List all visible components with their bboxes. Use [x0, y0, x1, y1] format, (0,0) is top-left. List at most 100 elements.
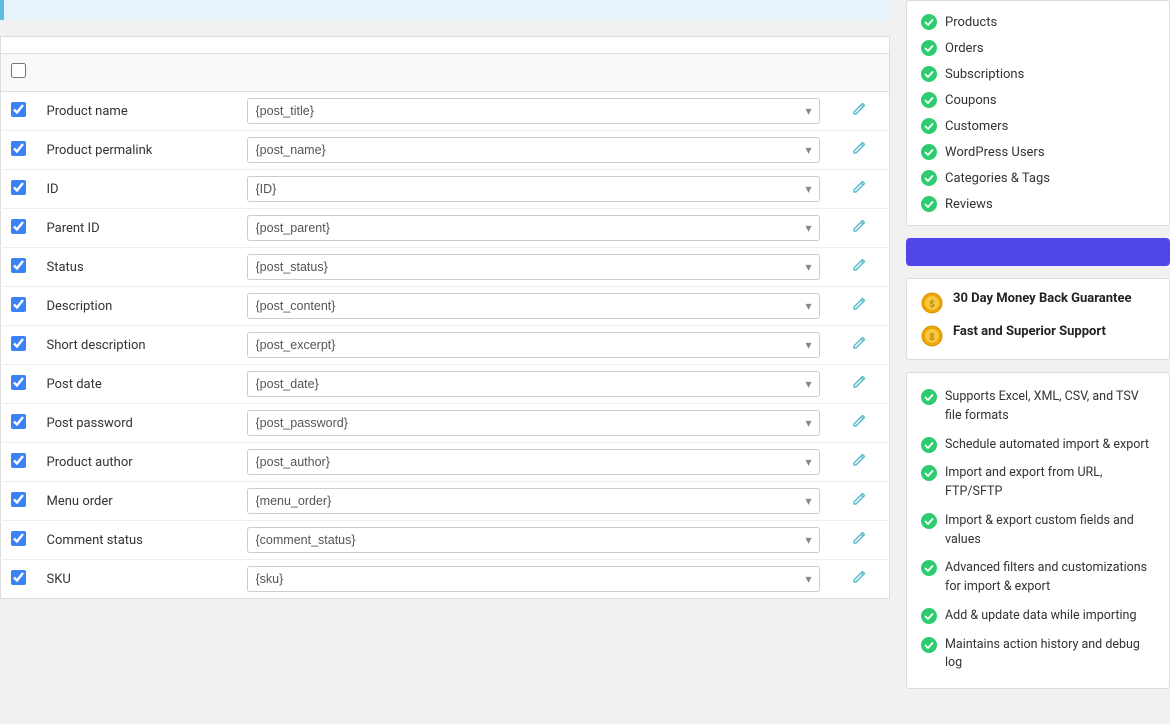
- edit-icon-5[interactable]: [851, 301, 867, 316]
- row-checkbox-4[interactable]: [11, 258, 26, 273]
- file-column-select-wrapper-4[interactable]: {post_status}: [247, 254, 820, 280]
- file-column-select-1[interactable]: {post_name}: [247, 137, 820, 163]
- table-row: Post date {post_date}: [1, 365, 890, 404]
- guarantee-text: 30 Day Money Back Guarantee: [953, 291, 1132, 306]
- sidebar-item-label: WordPress Users: [945, 145, 1045, 160]
- sidebar-item-coupons[interactable]: Coupons: [907, 87, 1169, 113]
- feature-text-6: Maintains action history and debug log: [945, 636, 1155, 674]
- row-checkbox-7[interactable]: [11, 375, 26, 390]
- row-checkbox-6[interactable]: [11, 336, 26, 351]
- edit-icon-1[interactable]: [851, 145, 867, 160]
- field-name-2: ID: [37, 170, 237, 209]
- check-circle-icon: [921, 40, 937, 56]
- file-column-select-wrapper-10[interactable]: {menu_order}: [247, 488, 820, 514]
- svg-text:$: $: [929, 332, 934, 343]
- edit-icon-2[interactable]: [851, 184, 867, 199]
- file-column-select-wrapper-3[interactable]: {post_parent}: [247, 215, 820, 241]
- file-column-select-wrapper-9[interactable]: {post_author}: [247, 449, 820, 475]
- edit-icon-12[interactable]: [851, 574, 867, 589]
- file-column-select-wrapper-2[interactable]: {ID}: [247, 176, 820, 202]
- row-checkbox-1[interactable]: [11, 141, 26, 156]
- row-checkbox-9[interactable]: [11, 453, 26, 468]
- table-row: Comment status {comment_status}: [1, 521, 890, 560]
- sidebar-item-customers[interactable]: Customers: [907, 113, 1169, 139]
- file-column-select-6[interactable]: {post_excerpt}: [247, 332, 820, 358]
- edit-icon-11[interactable]: [851, 535, 867, 550]
- field-name-6: Short description: [37, 326, 237, 365]
- guarantee-item-support: $ Fast and Superior Support: [921, 324, 1155, 347]
- sidebar-item-reviews[interactable]: Reviews: [907, 191, 1169, 217]
- file-column-select-wrapper-8[interactable]: {post_password}: [247, 410, 820, 436]
- file-column-select-wrapper-0[interactable]: {post_title}: [247, 98, 820, 124]
- features-section: Supports Excel, XML, CSV, and TSV file f…: [906, 372, 1170, 689]
- product-fields-header: [37, 54, 237, 92]
- check-circle-icon: [921, 92, 937, 108]
- file-column-select-8[interactable]: {post_password}: [247, 410, 820, 436]
- select-all-checkbox[interactable]: [11, 63, 26, 78]
- check-circle-icon: [921, 66, 937, 82]
- table-row: ID {ID}: [1, 170, 890, 209]
- row-checkbox-3[interactable]: [11, 219, 26, 234]
- sidebar-item-orders[interactable]: Orders: [907, 35, 1169, 61]
- sidebar-item-label: Categories & Tags: [945, 171, 1050, 186]
- edit-icon-3[interactable]: [851, 223, 867, 238]
- sidebar-item-subscriptions[interactable]: Subscriptions: [907, 61, 1169, 87]
- feature-check-icon: [921, 513, 937, 529]
- file-column-select-5[interactable]: {post_content}: [247, 293, 820, 319]
- file-column-select-3[interactable]: {post_parent}: [247, 215, 820, 241]
- feature-check-icon: [921, 608, 937, 624]
- row-checkbox-2[interactable]: [11, 180, 26, 195]
- file-column-select-2[interactable]: {ID}: [247, 176, 820, 202]
- fields-table: Product name {post_title} Product permal…: [0, 54, 890, 599]
- file-column-select-4[interactable]: {post_status}: [247, 254, 820, 280]
- file-column-select-10[interactable]: {menu_order}: [247, 488, 820, 514]
- feature-text-1: Schedule automated import & export: [945, 436, 1149, 455]
- info-box: [0, 0, 890, 20]
- money-back-icon: $: [921, 292, 943, 314]
- file-column-select-wrapper-1[interactable]: {post_name}: [247, 137, 820, 163]
- row-checkbox-5[interactable]: [11, 297, 26, 312]
- sidebar-item-label: Subscriptions: [945, 67, 1024, 82]
- file-column-select-7[interactable]: {post_date}: [247, 371, 820, 397]
- file-column-select-wrapper-5[interactable]: {post_content}: [247, 293, 820, 319]
- row-checkbox-0[interactable]: [11, 102, 26, 117]
- table-row: Short description {post_excerpt}: [1, 326, 890, 365]
- table-row: Product name {post_title}: [1, 92, 890, 131]
- file-column-select-12[interactable]: {sku}: [247, 566, 820, 592]
- file-column-select-9[interactable]: {post_author}: [247, 449, 820, 475]
- sidebar-item-categories-tags[interactable]: Categories & Tags: [907, 165, 1169, 191]
- row-checkbox-8[interactable]: [11, 414, 26, 429]
- sidebar-item-label: Orders: [945, 41, 984, 56]
- file-column-select-wrapper-12[interactable]: {sku}: [247, 566, 820, 592]
- feature-item-6: Maintains action history and debug log: [921, 631, 1155, 679]
- row-checkbox-12[interactable]: [11, 570, 26, 585]
- edit-icon-9[interactable]: [851, 457, 867, 472]
- file-columns-header: [237, 54, 830, 92]
- edit-icon-10[interactable]: [851, 496, 867, 511]
- file-column-select-wrapper-7[interactable]: {post_date}: [247, 371, 820, 397]
- sidebar-item-products[interactable]: Products: [907, 9, 1169, 35]
- edit-icon-8[interactable]: [851, 418, 867, 433]
- feature-check-icon: [921, 465, 937, 481]
- transform-header: [830, 54, 890, 92]
- edit-icon-7[interactable]: [851, 379, 867, 394]
- edit-icon-0[interactable]: [851, 106, 867, 121]
- field-name-3: Parent ID: [37, 209, 237, 248]
- check-circle-icon: [921, 170, 937, 186]
- check-circle-icon: [921, 118, 937, 134]
- get-plugin-button[interactable]: [906, 238, 1170, 266]
- feature-text-4: Advanced filters and customizations for …: [945, 559, 1155, 597]
- field-name-8: Post password: [37, 404, 237, 443]
- file-column-select-wrapper-11[interactable]: {comment_status}: [247, 527, 820, 553]
- row-checkbox-11[interactable]: [11, 531, 26, 546]
- row-checkbox-10[interactable]: [11, 492, 26, 507]
- edit-icon-6[interactable]: [851, 340, 867, 355]
- feature-text-5: Add & update data while importing: [945, 607, 1136, 626]
- feature-text-0: Supports Excel, XML, CSV, and TSV file f…: [945, 388, 1155, 426]
- table-row: Post password {post_password}: [1, 404, 890, 443]
- file-column-select-11[interactable]: {comment_status}: [247, 527, 820, 553]
- edit-icon-4[interactable]: [851, 262, 867, 277]
- sidebar-item-wordpress-users[interactable]: WordPress Users: [907, 139, 1169, 165]
- file-column-select-wrapper-6[interactable]: {post_excerpt}: [247, 332, 820, 358]
- file-column-select-0[interactable]: {post_title}: [247, 98, 820, 124]
